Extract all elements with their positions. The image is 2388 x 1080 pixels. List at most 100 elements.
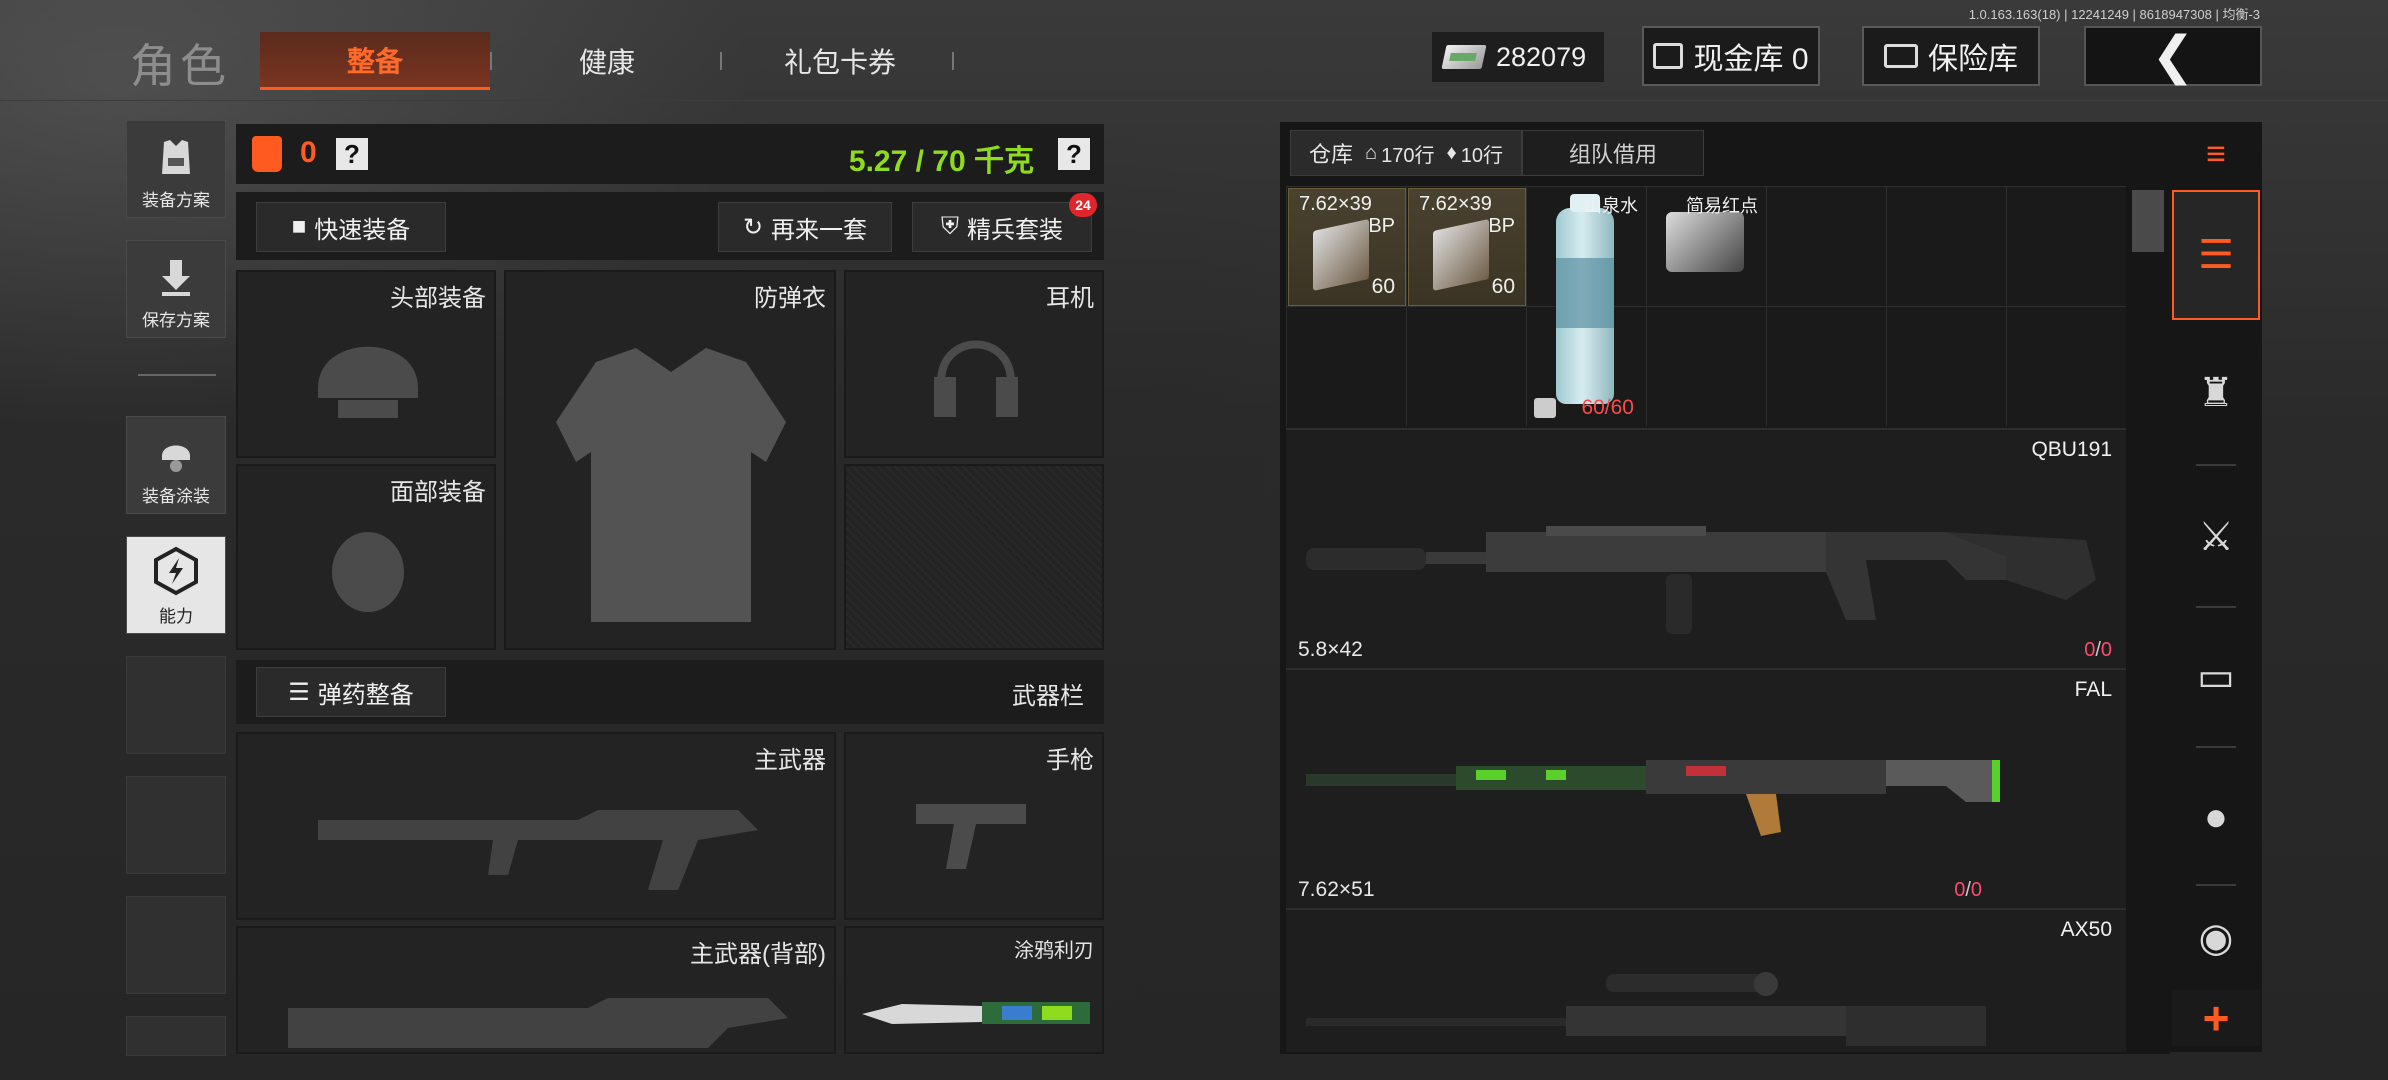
safe-icon [1884, 44, 1918, 68]
tag-rows-value: 10行 [1460, 144, 1503, 167]
slot-headset[interactable]: 耳机 [844, 270, 1104, 458]
rail-category-weapons[interactable]: ⚔ [2172, 472, 2260, 602]
back-button[interactable]: ❮ [2084, 26, 2262, 86]
ax50-rifle-icon [1306, 972, 1986, 1046]
bottle-label-art [1556, 258, 1614, 328]
rail-category-ammo[interactable]: ● [2172, 752, 2260, 882]
weapon-durability: 0/0 [1954, 879, 1982, 902]
elite-set-badge: 24 [1069, 193, 1097, 217]
weapon-caliber: 7.62×51 [1298, 878, 1375, 901]
shirt-icon: ■ [291, 213, 307, 240]
home-icon: ⌂ [1365, 141, 1378, 164]
tab-health[interactable]: 健康 [500, 32, 714, 90]
slot-label: 头部装备 [390, 285, 486, 312]
sidebar-item-save-plan[interactable]: 保存方案 [126, 240, 226, 338]
ammo-item[interactable]: 7.62×39 BP 60 [1288, 188, 1406, 306]
qbu191-rifle-icon [1306, 526, 2096, 634]
quick-equip-button[interactable]: ■ 快速装备 [256, 202, 446, 252]
slot-label: 面部装备 [390, 479, 486, 506]
ammo-box-icon [1313, 219, 1369, 291]
currency-display: 282079 [1432, 32, 1604, 82]
weapon-bar-label: 武器栏 [1012, 683, 1084, 710]
weapon-name: QBU191 [2031, 438, 2112, 461]
sidebar-empty-slot [126, 1016, 226, 1056]
cash-vault-button[interactable]: 现金库 0 [1642, 26, 1820, 86]
rail-separator [2196, 606, 2236, 608]
rail-category-attachments[interactable]: ◉ [2172, 890, 2260, 986]
bullet-icon: ● [2203, 794, 2229, 839]
rifle-silhouette-icon [288, 998, 788, 1048]
repeat-set-label: 再来一套 [771, 216, 868, 244]
ammo-box-icon [1433, 219, 1489, 291]
warehouse-label: 仓库 [1309, 142, 1354, 167]
sidebar-item-abilities[interactable]: 能力 [126, 536, 226, 634]
tab-warehouse[interactable]: 仓库 ⌂ 170行 ♦ 10行 [1290, 130, 1522, 176]
vest-icon [162, 140, 190, 174]
item-name: 简易红点 [1686, 196, 1758, 216]
sidebar-item-label: 能力 [159, 607, 193, 626]
weapon-name: FAL [2074, 678, 2112, 701]
insurance-vault-button[interactable]: 保险库 [1862, 26, 2040, 86]
sidebar-item-skins[interactable]: 装备涂装 [126, 416, 226, 514]
weight-help-button[interactable]: ? [1058, 138, 1090, 170]
elite-set-button[interactable]: ⛨ 精兵套装 24 [912, 193, 1097, 252]
shield-icon: ⛨ [941, 213, 959, 240]
item-count: 60/60 [1581, 396, 1634, 419]
red-dot-sight-item[interactable]: 简易红点 [1646, 186, 1766, 306]
ammo-tag: BP [1368, 215, 1395, 237]
rifle-silhouette-icon [318, 810, 758, 890]
tab-team-borrow[interactable]: 组队借用 [1521, 130, 1704, 176]
armor-count-icon [252, 136, 282, 172]
tab-loadout[interactable]: 整备 [260, 32, 490, 90]
weapon-name: AX50 [2060, 918, 2112, 941]
slot-primary-weapon-back[interactable]: 主武器(背部) [236, 926, 836, 1054]
armor-icon: ♜ [2198, 371, 2234, 415]
ammo-loadout-button[interactable]: ☰ 弹药整备 [256, 667, 446, 717]
weapon-row[interactable]: FAL 7.62×51 0/0 [1286, 668, 2126, 908]
tab-gift-coupons[interactable]: 礼包卡券 [730, 32, 950, 90]
download-icon [162, 260, 190, 296]
sidebar-empty-slot [126, 656, 226, 754]
rail-sort-button[interactable]: ≡ [2172, 122, 2260, 186]
repeat-set-button[interactable]: ↻ 再来一套 [718, 202, 892, 252]
slot-body-armor[interactable]: 防弹衣 [504, 270, 836, 650]
rail-category-magazines[interactable]: ▭ [2172, 612, 2260, 742]
durability-max: 0 [1970, 879, 1982, 901]
durability-current: 0 [1954, 879, 1966, 901]
helmet-paint-icon [162, 445, 190, 472]
weapon-row[interactable]: AX50 [1286, 908, 2126, 1052]
page-title: 角色 [130, 40, 230, 92]
rail-category-armor[interactable]: ♜ [2172, 328, 2260, 458]
slot-label: 手枪 [1046, 747, 1094, 774]
armor-help-button[interactable]: ? [336, 138, 368, 170]
slot-melee[interactable]: 涂鸦利刃 [844, 926, 1104, 1054]
slot-head-equipment[interactable]: 头部装备 [236, 270, 496, 458]
rifle-icon: ⚔ [2198, 515, 2234, 559]
rail-separator [2196, 464, 2236, 466]
weapon-row[interactable]: QBU191 5.8×42 0/0 [1286, 428, 2126, 668]
slot-face-equipment[interactable]: 面部装备 [236, 464, 496, 650]
vault-icon [1653, 43, 1684, 69]
warehouse-scrollbar[interactable] [2132, 190, 2164, 252]
ammo-name: 7.62×39 [1419, 193, 1492, 215]
ammo-item[interactable]: 7.62×39 BP 60 [1408, 188, 1526, 306]
ammo-loadout-label: 弹药整备 [317, 681, 414, 709]
cash-icon [1441, 45, 1487, 69]
sidebar-item-label: 装备方案 [142, 191, 210, 210]
ammo-tag: BP [1488, 215, 1515, 237]
sight-icon [1666, 212, 1744, 272]
magazine-icon: ▭ [2197, 655, 2235, 699]
sidebar-item-label: 装备涂装 [142, 487, 210, 506]
headset-icon [934, 340, 1018, 417]
slot-empty-locked [844, 464, 1104, 650]
stack-download-icon: ☰ [2198, 233, 2234, 277]
rail-category-all[interactable]: ☰ [2172, 190, 2260, 320]
water-bottle-item[interactable]: 山泉水 60/60 [1526, 186, 1646, 426]
add-category-button[interactable]: + [2172, 990, 2260, 1046]
sidebar-item-loadout-plans[interactable]: 装备方案 [126, 120, 226, 218]
sight-icon: ◉ [2198, 916, 2234, 960]
slot-label: 主武器 [754, 747, 826, 774]
slot-pistol[interactable]: 手枪 [844, 732, 1104, 920]
slot-primary-weapon[interactable]: 主武器 [236, 732, 836, 920]
weapon-caliber: 5.8×42 [1298, 638, 1363, 661]
